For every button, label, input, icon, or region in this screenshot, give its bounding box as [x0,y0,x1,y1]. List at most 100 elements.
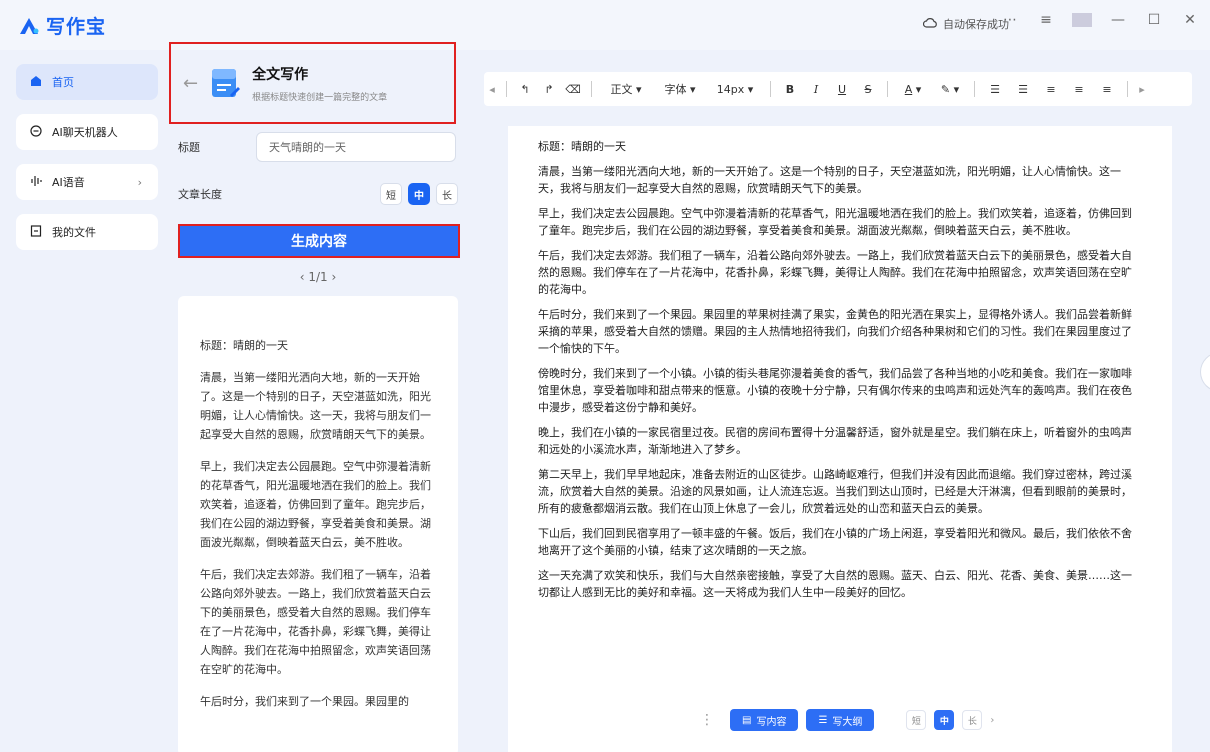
divider [770,81,771,97]
page-indicator: 1/1 [308,270,328,284]
write-content-button[interactable]: ▤ 写内容 [730,709,799,731]
editor-toolbar: ◂ ↰ ↱ ⌫ 正文 ▾ 字体 ▾ 14px ▾ B I U S A ▾ ✎ ▾… [484,72,1192,106]
editor-document[interactable]: 标题：晴朗的一天 清晨，当第一缕阳光洒向大地，新的一天开始了。这是一个特别的日子… [508,126,1172,752]
divider [591,81,592,97]
length-label: 文章长度 [178,188,222,201]
minimize-icon[interactable]: — [1108,12,1128,28]
chat-icon [30,124,42,140]
length-short-button[interactable]: 短 [380,183,402,205]
write-content-label: 写内容 [756,716,787,728]
title-input[interactable]: 天气晴朗的一天 [256,132,456,162]
divider [506,81,507,97]
file-icon [30,224,42,240]
font-size-select[interactable]: 14px ▾ [706,72,764,106]
list-icon: ☰ [818,714,828,726]
divider [1127,81,1128,97]
font-family-select[interactable]: 字体 ▾ [654,72,706,106]
output-paragraph: 早上，我们决定去公园晨跑。空气中弥漫着清新的花草香气，阳光温暖地洒在我们的脸上。… [200,460,431,549]
cloud-icon [922,17,937,32]
bold-button[interactable]: B [777,72,803,106]
close-icon[interactable]: ✕ [1180,12,1200,28]
write-outline-button[interactable]: ☰ 写大纲 [806,709,875,731]
prev-page-icon[interactable]: ‹ [300,270,305,284]
length-long-button[interactable]: 长 [436,183,458,205]
italic-button[interactable]: I [803,72,829,106]
align-right-icon[interactable]: ≡ [1093,72,1121,106]
paragraph-style-select[interactable]: 正文 ▾ [598,72,654,106]
generate-button[interactable]: 生成内容 [178,224,460,258]
generated-output: 标题：晴朗的一天 清晨，当第一缕阳光洒向大地，新的一天开始了。这是一个特别的日子… [178,296,458,752]
maximize-icon[interactable]: ☐ [1144,12,1164,28]
font-color-button[interactable]: A ▾ [894,72,932,106]
sidebar-item-chatbot[interactable]: AI聊天机器人 [16,114,158,150]
doc-paragraph: 傍晚时分，我们来到了一个小镇。小镇的街头巷尾弥漫着美食的香气，我们品尝了各种当地… [538,367,1132,414]
ordered-list-icon[interactable]: ☰ [981,72,1009,106]
output-paragraph: 标题：晴朗的一天 [200,339,288,352]
logo-icon [18,16,40,36]
title-row: 标题 天气晴朗的一天 [178,132,458,162]
length-medium-button[interactable]: 中 [934,710,955,730]
length-medium-button[interactable]: 中 [408,183,430,205]
redo-icon[interactable]: ↱ [537,72,561,106]
result-pager: ‹ 1/1 › [268,270,368,284]
output-paragraph: 午后时分，我们来到了一个果园。果园里的 [200,695,409,708]
highlight-icon[interactable]: ✎ ▾ [932,72,968,106]
scroll-right-icon[interactable]: ▸ [1134,72,1150,106]
doc-paragraph: 下山后，我们回到民宿享用了一顿丰盛的午餐。饭后，我们在小镇的广场上闲逛，享受着阳… [538,527,1132,557]
chevron-right-icon[interactable]: › [990,715,994,726]
side-panel-handle[interactable] [1200,352,1210,392]
document-icon [210,67,241,99]
align-left-icon[interactable]: ≡ [1037,72,1065,106]
doc-paragraph: 清晨，当第一缕阳光洒向大地，新的一天开始了。这是一个特别的日子，天空湛蓝如洗，阳… [538,165,1121,195]
length-options: 短 中 长 [380,183,458,205]
underline-button[interactable]: U [829,72,855,106]
autosave-status: 自动保存成功 [922,16,1009,32]
output-paragraph: 清晨，当第一缕阳光洒向大地，新的一天开始了。这是一个特别的日子，天空湛蓝如洗，阳… [200,371,431,441]
sidebar-item-label: 我的文件 [52,226,96,239]
document-action-bar: ⋮ ▤ 写内容 ☰ 写大纲 短 中 长 › [700,706,994,734]
write-outline-label: 写大纲 [832,716,863,728]
length-row: 文章长度 短 中 长 [178,182,458,206]
home-icon [30,75,42,90]
output-paragraph: 午后，我们决定去郊游。我们租了一辆车，沿着公路向郊外驶去。一路上，我们欣赏着蓝天… [200,568,431,676]
sidebar-item-home[interactable]: 首页 [16,64,158,100]
panel-title: 全文写作 [252,66,309,83]
sidebar-item-label: AI聊天机器人 [52,126,118,139]
font-label: 字体 [664,83,687,96]
size-label: 14px [716,82,745,96]
back-arrow-icon[interactable]: ← [183,73,198,94]
eraser-icon[interactable]: ⌫ [561,72,585,106]
scroll-left-icon[interactable]: ◂ [484,72,500,106]
title-label: 标题 [178,141,200,154]
app-logo[interactable]: 写作宝 [18,12,106,39]
length-long-button[interactable]: 长 [962,710,983,730]
divider [887,81,888,97]
more-icon[interactable]: ⋯ [1000,12,1020,28]
voice-icon [30,175,42,190]
doc-paragraph: 早上，我们决定去公园晨跑。空气中弥漫着清新的花草香气，阳光温暖地洒在我们的脸上。… [538,207,1132,237]
doc-paragraph: 这一天充满了欢笑和快乐，我们与大自然亲密接触，享受了大自然的恩赐。蓝天、白云、阳… [538,569,1132,599]
bullet-list-icon[interactable]: ☰ [1009,72,1037,106]
doc-paragraph: 第二天早上，我们早早地起床，准备去附近的山区徒步。山路崎岖难行，但我们并没有因此… [538,468,1132,515]
drag-handle-icon[interactable]: ⋮ [700,712,714,728]
divider [974,81,975,97]
sidebar-item-voice[interactable]: AI语音 › [16,164,158,200]
writing-panel: ← 全文写作 根据标题快速创建一篇完整的文章 标题 天气晴朗的一天 文章长度 短… [168,42,468,752]
menu-icon[interactable]: ≡ [1036,12,1056,28]
doc-paragraph: 午后，我们决定去郊游。我们租了一辆车，沿着公路向郊外驶去。一路上，我们欣赏着蓝天… [538,249,1132,296]
align-center-icon[interactable]: ≡ [1065,72,1093,106]
doc-paragraph: 标题：晴朗的一天 [538,140,626,153]
document-icon: ▤ [742,714,752,726]
next-page-icon[interactable]: › [331,270,336,284]
undo-icon[interactable]: ↰ [513,72,537,106]
sidebar-item-label: 首页 [52,76,74,89]
sidebar-item-files[interactable]: 我的文件 [16,214,158,250]
length-short-button[interactable]: 短 [906,710,927,730]
app-name: 写作宝 [46,16,107,38]
strikethrough-button[interactable]: S [855,72,881,106]
style-label: 正文 [610,83,633,96]
doc-paragraph: 晚上，我们在小镇的一家民宿里过夜。民宿的房间布置得十分温馨舒适，窗外就是星空。我… [538,426,1132,456]
font-color-label: A [904,82,913,96]
divider [1072,13,1092,27]
panel-header: ← 全文写作 根据标题快速创建一篇完整的文章 [169,42,456,124]
